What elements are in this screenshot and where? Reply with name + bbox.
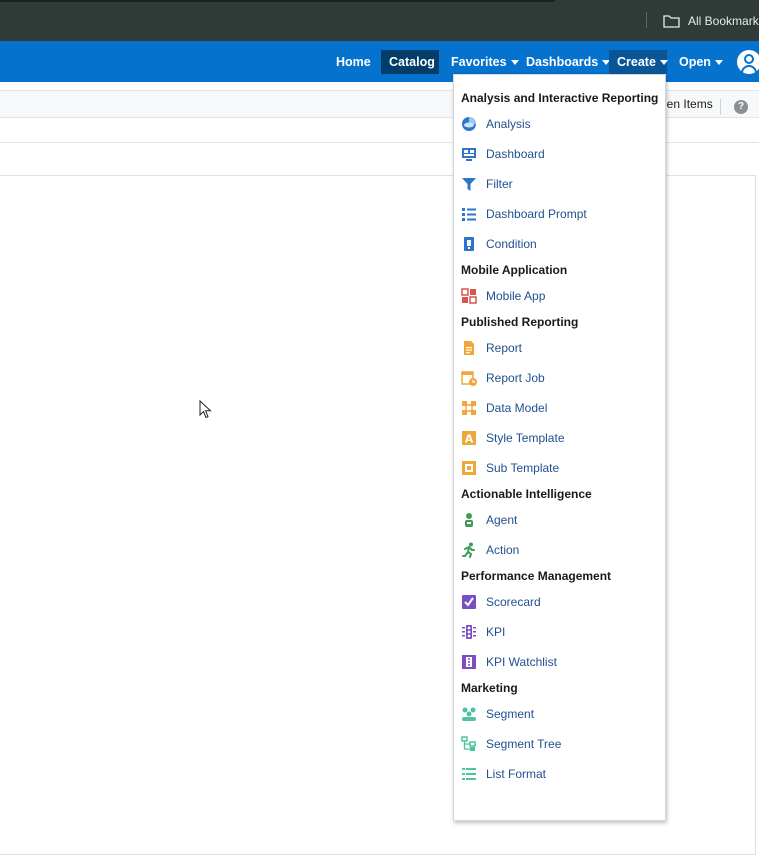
nav-create[interactable]: Create [609,50,668,74]
svg-text:A: A [465,433,474,446]
menu-item-list-format[interactable]: List Format [454,761,665,787]
menu-item-report[interactable]: Report [454,335,665,361]
menu-item-filter[interactable]: Filter [454,171,665,197]
show-hidden-items-label[interactable]: den Items [660,97,713,111]
menu-item-label: Report Job [486,371,545,385]
all-bookmarks-label: All Bookmarks [688,14,759,28]
style-template-icon: A [462,431,476,446]
menu-item-label: Segment [486,707,535,721]
menu-item-kpi-watchlist[interactable]: KPI Watchlist [454,649,665,675]
dashboard-prompt-icon [462,208,476,221]
menu-item-label: Condition [486,237,537,251]
nav-catalog[interactable]: Catalog [381,50,439,74]
menu-item-label: Segment Tree [486,737,562,751]
menu-section-header: Marketing [461,681,518,695]
analysis-icon [462,117,476,131]
caret-down-icon [659,60,668,66]
menu-item-label: Filter [486,177,513,191]
menu-item-segment-tree[interactable]: Segment Tree [454,731,665,757]
menu-item-style-template[interactable]: A Style Template [454,425,665,451]
mouse-pointer-icon [199,400,212,419]
menu-item-report-job[interactable]: Report Job [454,365,665,391]
agent-icon [465,513,473,527]
menu-item-label: Data Model [486,401,548,415]
nav-label: Dashboards [526,55,599,69]
menu-item-label: KPI [486,625,506,639]
create-dropdown-menu: Analysis and Interactive Reporting Analys… [453,74,666,821]
filter-icon [462,178,476,191]
nav-label: Catalog [389,55,435,69]
menu-section-header: Analysis and Interactive Reporting [461,91,659,105]
nav-favorites[interactable]: Favorites [443,50,519,74]
nav-label: Create [617,55,656,69]
nav-home[interactable]: Home [328,50,376,74]
menu-item-label: Report [486,341,523,355]
menu-item-label: KPI Watchlist [486,655,557,669]
menu-item-dashboard-prompt[interactable]: Dashboard Prompt [454,201,665,227]
nav-label: Favorites [451,55,507,69]
report-job-icon [461,371,477,386]
menu-section-header: Mobile Application [461,263,568,277]
report-icon [464,341,474,355]
segment-icon [462,707,476,721]
menu-item-data-model[interactable]: Data Model [454,395,665,421]
menu-item-label: Style Template [486,431,565,445]
browser-toolbar [0,0,759,41]
menu-item-label: Dashboard Prompt [486,207,587,221]
sub-template-icon [462,461,476,475]
menu-item-label: Dashboard [486,147,545,161]
all-bookmarks-button[interactable]: All Bookmarks [663,11,759,31]
menu-item-dashboard[interactable]: Dashboard [454,141,665,167]
menu-item-label: Sub Template [486,461,560,475]
menu-section-header: Performance Management [461,569,612,583]
menu-item-sub-template[interactable]: Sub Template [454,455,665,481]
kpi-watchlist-icon [462,655,476,669]
menu-item-label: Mobile App [486,289,546,303]
dashboard-icon [462,148,476,161]
folder-icon [663,15,680,28]
menu-item-label: List Format [486,767,547,781]
nav-label: Home [336,55,371,69]
condition-icon [464,237,474,251]
scorecard-icon [462,595,476,609]
menu-item-kpi[interactable]: KPI [454,619,665,645]
menu-item-action[interactable]: Action [454,537,665,563]
loading-indicator [0,0,555,2]
toolbar-separator [720,99,721,115]
menu-item-label: Action [486,543,520,557]
kpi-icon [462,625,476,639]
menu-item-scorecard[interactable]: Scorecard [454,589,665,615]
menu-item-mobile-app[interactable]: Mobile App [454,283,665,309]
segment-tree-icon [461,736,476,751]
caret-down-icon [714,60,723,66]
menu-item-label: Analysis [486,117,531,131]
toolbar-separator [646,12,647,28]
data-model-icon [462,401,476,415]
menu-item-segment[interactable]: Segment [454,701,665,727]
menu-item-condition[interactable]: Condition [454,231,665,257]
list-format-icon [462,768,476,780]
mobile-app-icon [461,288,477,304]
action-icon [462,542,475,558]
nav-label: Open [679,55,711,69]
menu-section-header: Published Reporting [461,315,579,329]
menu-item-agent[interactable]: Agent [454,507,665,533]
menu-item-label: Scorecard [486,595,541,609]
user-avatar-icon[interactable] [737,50,759,74]
help-icon[interactable]: ? [734,100,748,114]
nav-open[interactable]: Open [671,50,727,74]
menu-section-header: Actionable Intelligence [461,487,592,501]
menu-item-analysis[interactable]: Analysis [454,111,665,137]
nav-dashboards[interactable]: Dashboards [518,50,611,74]
menu-item-label: Agent [486,513,518,527]
